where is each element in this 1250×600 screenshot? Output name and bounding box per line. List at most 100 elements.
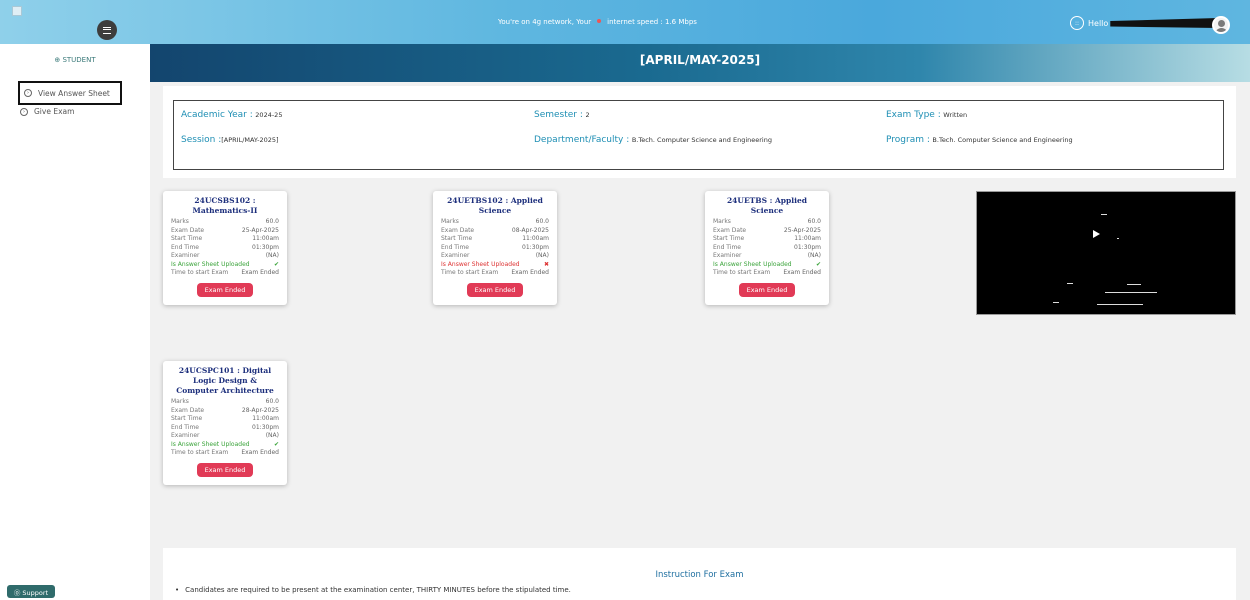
- video-speck: [1127, 284, 1141, 285]
- examiner-value: (NA): [265, 432, 279, 439]
- end-time-label: End Time: [171, 243, 199, 251]
- check-icon: ✔: [273, 260, 279, 268]
- video-speck: [1105, 292, 1157, 293]
- exam-ended-button[interactable]: Exam Ended: [197, 282, 253, 297]
- avatar-head: [1218, 20, 1225, 27]
- sidebar-item-label: Give Exam: [34, 107, 75, 116]
- video-speck: [1067, 283, 1073, 284]
- examiner-row: Examiner (NA): [171, 432, 279, 441]
- semester-field: Semester : 2: [534, 110, 590, 120]
- session-field: Session :[APRIL/MAY-2025]: [181, 135, 279, 145]
- time-to-start-value: Exam Ended: [241, 269, 279, 276]
- video-speck: [1117, 238, 1119, 239]
- uploaded-row: Is Answer Sheet Uploaded ✔: [171, 261, 279, 270]
- exam-card-title: 24UETBS : Applied Science: [726, 196, 808, 215]
- camera-feed: [976, 191, 1236, 315]
- examiner-row: Examiner (NA): [441, 252, 549, 261]
- cross-icon: ✖: [543, 260, 549, 268]
- sidebar-item-label: View Answer Sheet: [38, 88, 110, 98]
- instructions-panel: Instruction For Exam Candidates are requ…: [163, 548, 1236, 600]
- examiner-value: (NA): [535, 252, 549, 259]
- time-to-start-row: Time to start Exam Exam Ended: [713, 269, 821, 278]
- video-speck: [1053, 302, 1059, 303]
- time-to-start-label: Time to start Exam: [713, 269, 771, 276]
- instructions-title: Instruction For Exam: [655, 570, 744, 580]
- exam-card-title: 24UCSPC101 : Digital Logic Design & Comp…: [176, 366, 274, 395]
- exam-info-box: Academic Year : 2024-25 Semester : 2 Exa…: [173, 100, 1224, 170]
- exam-date-value: 25-Apr-2025: [241, 226, 279, 234]
- end-time-row: End Time 01:30pm: [171, 244, 279, 253]
- cursor-icon: [1093, 230, 1100, 238]
- exam-card: 24UETBS : Applied Science Marks 60.0 Exam…: [705, 191, 829, 305]
- time-to-start-label: Time to start Exam: [441, 269, 499, 276]
- academic-year-value: 2024-25: [255, 111, 283, 119]
- video-speck: [1101, 214, 1107, 215]
- exam-date-label: Exam Date: [171, 406, 205, 414]
- exam-date-row: Exam Date 28-Apr-2025: [171, 407, 279, 416]
- exam-info-panel: Academic Year : 2024-25 Semester : 2 Exa…: [163, 86, 1236, 178]
- time-to-start-row: Time to start Exam Exam Ended: [171, 269, 279, 278]
- exam-card: 24UCSBS102 : Mathematics-II Marks 60.0 Ex…: [163, 191, 287, 305]
- marks-label: Marks: [713, 218, 731, 225]
- exam-date-value: 08-Apr-2025: [511, 226, 549, 234]
- time-to-start-row: Time to start Exam Exam Ended: [441, 269, 549, 278]
- department-field: Department/Faculty : B.Tech. Computer Sc…: [534, 135, 772, 145]
- exam-date-row: Exam Date 25-Apr-2025: [713, 227, 821, 236]
- marks-label: Marks: [441, 218, 459, 225]
- exam-ended-button[interactable]: Exam Ended: [467, 282, 523, 297]
- end-time-label: End Time: [171, 423, 199, 431]
- uploaded-row: Is Answer Sheet Uploaded ✖: [441, 261, 549, 270]
- exam-date-row: Exam Date 25-Apr-2025: [171, 227, 279, 236]
- time-to-start-label: Time to start Exam: [171, 449, 229, 456]
- marks-label: Marks: [171, 218, 189, 225]
- start-time-label: Start Time: [171, 235, 203, 242]
- start-time-row: Start Time 11:00am: [171, 235, 279, 244]
- user-greeting[interactable]: :: Hello: [1070, 16, 1219, 30]
- start-time-value: 11:00am: [252, 415, 279, 422]
- academic-year-label: Academic Year :: [181, 110, 253, 120]
- examiner-value: (NA): [265, 252, 279, 259]
- uploaded-label: Is Answer Sheet Uploaded: [441, 260, 520, 268]
- marks-row: Marks 60.0: [713, 218, 821, 227]
- uploaded-label: Is Answer Sheet Uploaded: [171, 440, 250, 448]
- end-time-row: End Time 01:30pm: [441, 244, 549, 253]
- uploaded-row: Is Answer Sheet Uploaded ✔: [171, 441, 279, 450]
- marks-row: Marks 60.0: [441, 218, 549, 227]
- time-to-start-value: Exam Ended: [241, 449, 279, 456]
- exam-date-label: Exam Date: [441, 226, 475, 234]
- exam-ended-button[interactable]: Exam Ended: [197, 462, 253, 477]
- avatar[interactable]: [1212, 16, 1230, 34]
- instruction-item: Candidates are required to be present at…: [175, 586, 571, 594]
- marks-value: 60.0: [535, 218, 549, 225]
- exam-card-title: 24UCSBS102 : Mathematics-II: [192, 196, 258, 215]
- end-time-value: 01:30pm: [252, 423, 279, 431]
- exam-date-label: Exam Date: [713, 226, 747, 234]
- page-title: [APRIL/MAY-2025]: [639, 53, 761, 67]
- network-status: You're on 4g network, Your internet speed…: [498, 18, 697, 26]
- semester-label: Semester :: [534, 110, 583, 120]
- start-time-value: 11:00am: [252, 235, 279, 242]
- logo-image: [12, 6, 22, 16]
- hamburger-icon: [103, 26, 111, 34]
- support-button[interactable]: ⓪ Support: [7, 585, 55, 598]
- end-time-row: End Time 01:30pm: [713, 244, 821, 253]
- marks-row: Marks 60.0: [171, 398, 279, 407]
- exam-ended-button[interactable]: Exam Ended: [739, 282, 795, 297]
- department-value: B.Tech. Computer Science and Engineering: [631, 136, 772, 144]
- sidebar-item-give-exam[interactable]: › Give Exam: [20, 107, 74, 116]
- end-time-row: End Time 01:30pm: [171, 424, 279, 433]
- exam-date-value: 28-Apr-2025: [241, 406, 279, 414]
- arrow-right-circle-icon: ›: [20, 107, 28, 116]
- sidebar-item-view-answer-sheet[interactable]: › View Answer Sheet: [18, 81, 122, 105]
- uploaded-row: Is Answer Sheet Uploaded ✔: [713, 261, 821, 270]
- menu-toggle-button[interactable]: [97, 20, 117, 40]
- start-time-row: Start Time 11:00am: [171, 415, 279, 424]
- arrow-right-circle-icon: ›: [24, 89, 32, 97]
- time-to-start-label: Time to start Exam: [171, 269, 229, 276]
- examiner-label: Examiner: [713, 252, 742, 259]
- exam-date-label: Exam Date: [171, 226, 205, 234]
- exam-type-label: Exam Type :: [886, 110, 941, 120]
- network-dot-icon: [597, 19, 602, 23]
- start-time-row: Start Time 11:00am: [441, 235, 549, 244]
- examiner-row: Examiner (NA): [713, 252, 821, 261]
